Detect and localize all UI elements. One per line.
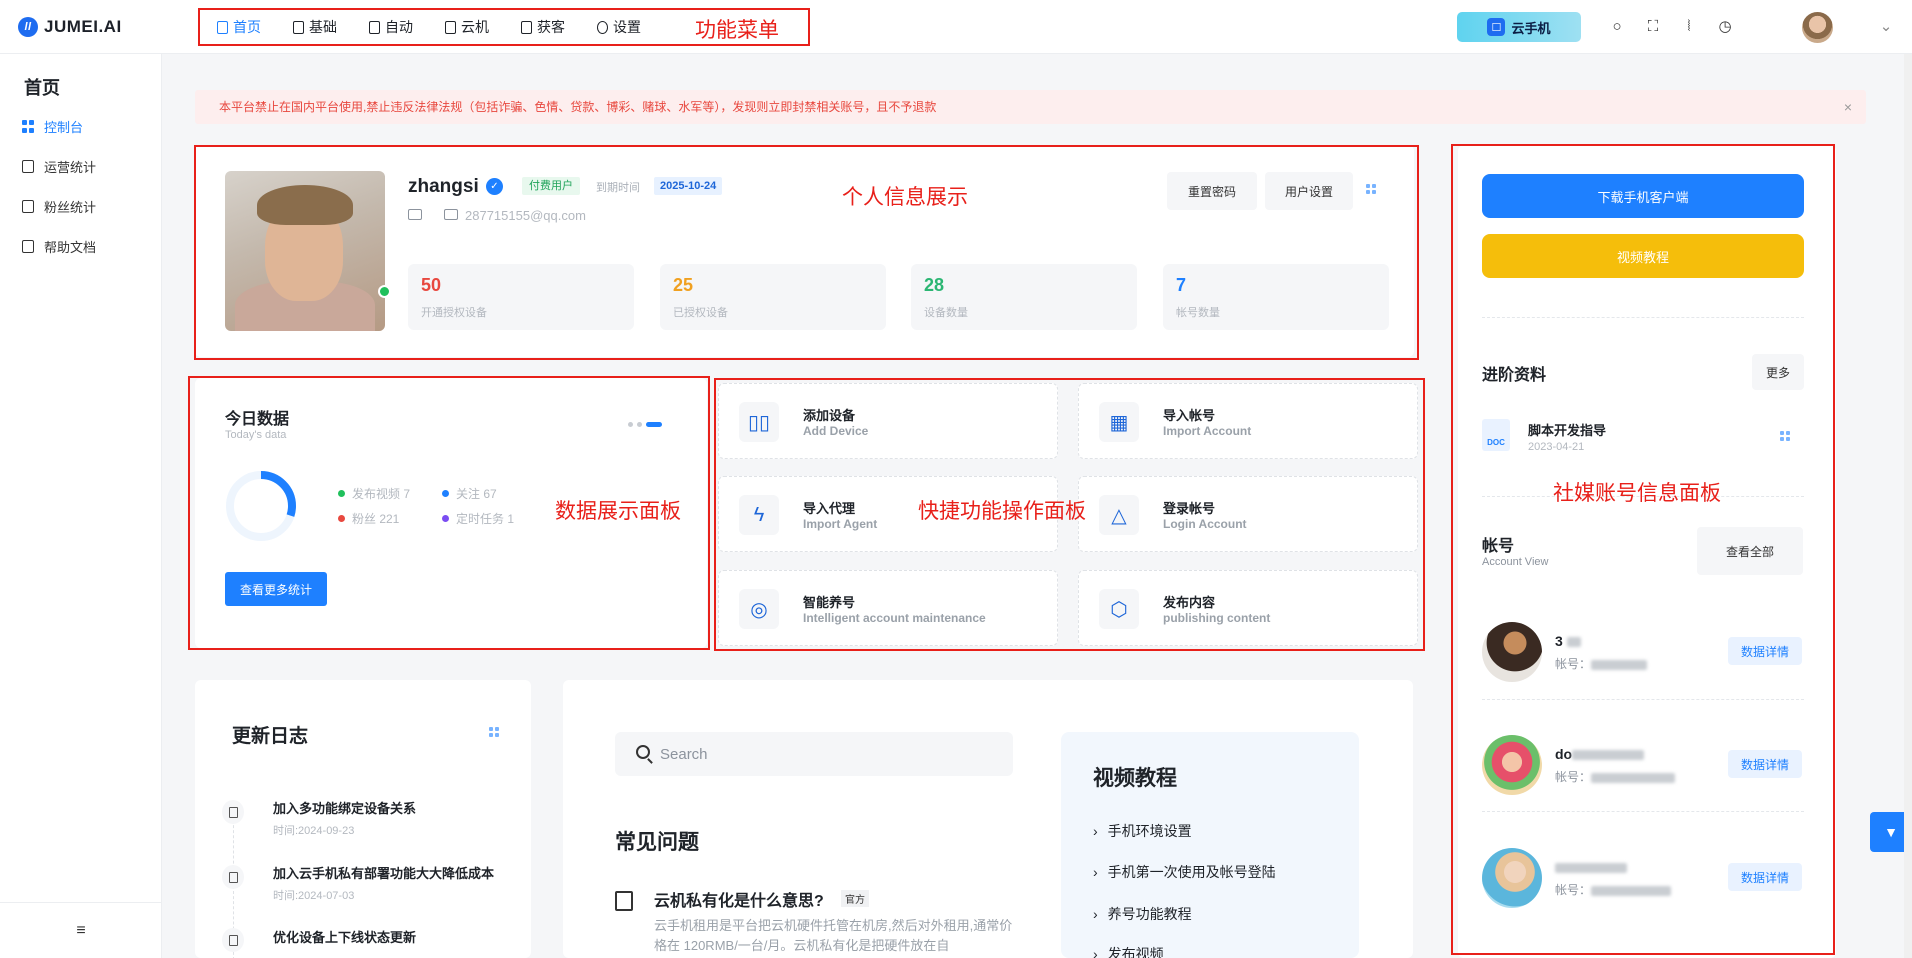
notice-text: 本平台禁止在国内平台使用,禁止违反法律法规（包括诈骗、色情、贷款、博彩、赌球、水…	[219, 100, 937, 114]
faq-question[interactable]: 云机私有化是什么意思?	[654, 887, 824, 911]
video-tutorial-item[interactable]: › 养号功能教程	[1093, 904, 1192, 924]
dashboard-icon	[22, 120, 34, 133]
cloud-phone-button[interactable]: ☐ 云手机	[1457, 12, 1581, 42]
scrollbar[interactable]	[1904, 54, 1912, 958]
chevron-right-icon: ›	[1093, 906, 1098, 922]
video-tutorial-item[interactable]: › 手机环境设置	[1093, 821, 1192, 841]
annotation-social-box	[1451, 144, 1835, 955]
doc-icon	[22, 160, 34, 173]
chevron-right-icon: ›	[1093, 946, 1098, 958]
user-avatar[interactable]	[1802, 12, 1833, 43]
doc-icon	[22, 240, 34, 253]
changelog-title: 更新日志	[232, 726, 309, 747]
logo-icon: ll	[18, 17, 38, 37]
sidebar-item-help[interactable]: 帮助文档	[22, 237, 96, 256]
video-tutorial-item[interactable]: › 发布视频	[1093, 944, 1164, 958]
annotation-social-label: 社媒账号信息面板	[1553, 481, 1721, 505]
fullscreen-icon[interactable]: ⛶	[1644, 18, 1662, 36]
video-tutorial-item[interactable]: › 手机第一次使用及帐号登陆	[1093, 862, 1276, 882]
annotation-menu-label: 功能菜单	[695, 18, 779, 42]
log-doc-icon	[222, 800, 244, 824]
chevron-right-icon: ›	[1093, 823, 1098, 839]
log-item-text: 加入多功能绑定设备关系	[273, 801, 417, 816]
log-item-time: 时间:2024-07-03	[273, 890, 355, 902]
official-badge: 官方	[841, 890, 869, 907]
doc-icon	[22, 200, 34, 213]
video-tutorial-title: 视频教程	[1093, 767, 1177, 790]
sidebar-item-ops-stats[interactable]: 运营统计	[22, 157, 96, 176]
close-icon[interactable]: ×	[1844, 90, 1852, 124]
annotation-data-label: 数据展示面板	[555, 499, 681, 523]
sidebar: 首页 控制台 运营统计 粉丝统计 帮助文档 ≡	[0, 54, 162, 958]
search-icon	[636, 745, 650, 759]
clock-icon[interactable]: ◷	[1716, 18, 1734, 36]
feedback-icon: ▼	[1884, 824, 1898, 840]
log-item-text: 优化设备上下线状态更新	[273, 930, 417, 945]
annotation-profile-label: 个人信息展示	[842, 185, 968, 209]
log-item-time: 时间:2024-09-23	[273, 825, 355, 837]
annotation-profile-box	[194, 145, 1419, 360]
chevron-right-icon: ›	[1093, 864, 1098, 880]
faq-answer: 云手机租用是平台把云机硬件托管在机房,然后对外租用,通常价格在 120RMB/一…	[654, 918, 1013, 953]
sidebar-item-fans-stats[interactable]: 粉丝统计	[22, 197, 96, 216]
log-item-text: 加入云手机私有部署功能大大降低成本	[273, 866, 495, 881]
checklist-icon	[615, 891, 633, 911]
brand-logo[interactable]: ll JUMEI.AI	[18, 17, 122, 37]
log-doc-icon	[222, 865, 244, 889]
search-icon[interactable]: ○	[1608, 18, 1626, 36]
changelog-options-icon[interactable]	[489, 727, 499, 737]
sidebar-title: 首页	[24, 78, 60, 98]
log-doc-icon	[222, 928, 244, 952]
menu-icon: ≡	[76, 921, 86, 939]
annotation-quick-label: 快捷功能操作面板	[918, 499, 1086, 523]
search-input[interactable]	[660, 740, 990, 768]
faq-title: 常见问题	[615, 831, 699, 854]
sidebar-collapse-button[interactable]: ≡	[0, 902, 162, 958]
brand-name: JUMEI.AI	[44, 17, 122, 36]
cloud-phone-icon: ☐	[1487, 18, 1506, 36]
pulse-icon[interactable]: ⦚	[1680, 18, 1698, 36]
warning-notice: 本平台禁止在国内平台使用,禁止违反法律法规（包括诈骗、色情、贷款、博彩、赌球、水…	[195, 90, 1866, 124]
chevron-down-icon[interactable]: ⌄	[1877, 18, 1895, 36]
sidebar-item-console[interactable]: 控制台	[22, 117, 83, 136]
